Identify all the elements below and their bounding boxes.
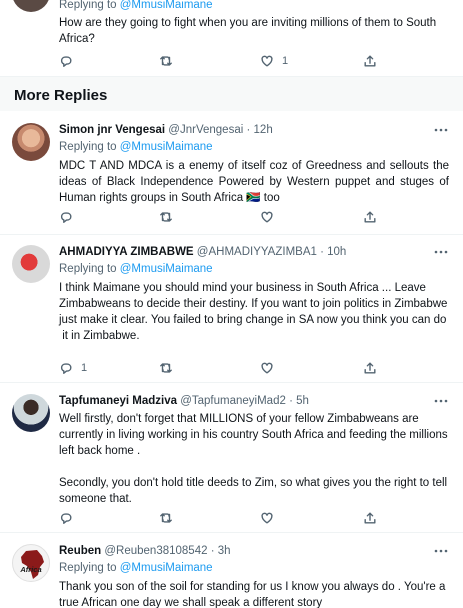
reply-tweet[interactable]: Tapfumaneyi Madziva @TapfumaneyiMad2 · 5… [0,383,463,533]
tweet-text: How are they going to fight when you are… [59,17,437,45]
separator-dot: · [320,246,324,258]
retweet-button[interactable] [159,510,173,526]
reply-icon [60,513,72,524]
like-button[interactable] [260,510,274,526]
like-icon [261,211,273,223]
tweet-header: Simon jnr Vengesai @JnrVengesai · 12h [59,122,449,138]
retweet-button[interactable] [159,360,173,376]
like-icon [261,55,273,67]
author-handle[interactable]: @JnrVengesai [168,124,243,136]
share-button[interactable] [363,209,377,225]
top-tweet[interactable]: Replying to @MmusiMaimane How are they g… [0,0,463,77]
tweet-text: I think Maimane you should mind your bus… [59,280,449,344]
more-icon[interactable] [433,545,449,557]
mention-link[interactable]: @MmusiMaimane [120,263,213,275]
author-handle[interactable]: @Reuben38108542 [104,545,207,557]
tweet-text-line [59,459,449,475]
like-button[interactable]: 1 [260,53,288,69]
author-handle[interactable]: @TapfumaneyiMad2 [180,395,286,407]
avatar[interactable] [12,0,50,12]
mention-link[interactable]: @MmusiMaimane [120,141,213,153]
reply-button[interactable] [59,209,73,225]
reply-count: 1 [81,362,88,374]
share-button[interactable] [363,360,377,376]
timestamp[interactable]: 5h [296,395,309,407]
timestamp[interactable]: 3h [218,545,231,557]
like-count: 1 [282,55,289,67]
tweet-header: AHMADIYYA ZIMBABWE @AHMADIYYAZIMBA1 · 10… [59,244,449,260]
author-name[interactable]: Simon jnr Vengesai [59,124,165,136]
tweet-text-line: Well firstly, don't forget that MILLIONS… [59,413,448,457]
share-icon [364,55,376,67]
avatar[interactable]: Africa [12,544,50,582]
mention-link[interactable]: @MmusiMaimane [120,562,213,574]
more-icon[interactable] [433,124,449,136]
reply-button[interactable]: 1 [59,360,87,376]
replying-to: Replying to @MmusiMaimane [59,263,213,275]
retweet-button[interactable] [159,209,173,225]
share-icon [364,512,376,524]
separator-dot: · [289,395,293,407]
more-icon[interactable] [433,246,449,258]
retweet-icon [160,56,172,66]
replying-to: Replying to @MmusiMaimane [59,562,213,574]
reply-tweet[interactable]: Africa Reuben @Reuben38108542 · 3h Reply… [0,533,463,608]
replying-to: Replying to @MmusiMaimane [59,141,213,153]
author-name[interactable]: Tapfumaneyi Madziva [59,395,177,407]
separator-dot: · [210,545,215,557]
more-icon[interactable] [433,395,449,407]
avatar-text: Africa [20,565,42,574]
reply-button[interactable] [59,53,73,69]
separator-dot: · [246,124,251,136]
more-replies-section: More Replies [0,77,463,111]
avatar[interactable] [12,123,50,161]
like-icon [261,512,273,524]
share-button[interactable] [363,53,377,69]
reply-tweet[interactable]: Simon jnr Vengesai @JnrVengesai · 12h Re… [0,111,463,235]
africa-map-icon [21,550,44,579]
timestamp[interactable]: 10h [327,246,346,258]
reply-icon [60,212,72,223]
share-icon [364,362,376,374]
reply-tweet[interactable]: AHMADIYYA ZIMBABWE @AHMADIYYAZIMBA1 · 10… [0,235,463,383]
avatar[interactable] [12,394,50,432]
avatar[interactable] [12,245,50,283]
retweet-icon [160,513,172,523]
author-name[interactable]: Reuben [59,545,101,557]
timestamp[interactable]: 12h [254,124,273,136]
tweet-text-line: Secondly, you don't hold title deeds to … [59,477,448,505]
tweet-header: Tapfumaneyi Madziva @TapfumaneyiMad2 · 5… [59,393,449,409]
like-button[interactable] [260,209,274,225]
retweet-icon [160,363,172,373]
author-handle[interactable]: @AHMADIYYAZIMBA1 [197,246,317,258]
tweet-text: MDC T AND MDCA is a enemy of itself coz … [59,160,449,204]
mention-link[interactable]: @MmusiMaimane [120,0,213,11]
tweet-text-line: I think Maimane you should mind your bus… [59,282,448,326]
author-name[interactable]: AHMADIYYA ZIMBABWE [59,246,194,258]
retweet-button[interactable] [159,53,173,69]
section-title: More Replies [14,87,108,104]
like-button[interactable] [260,360,274,376]
share-icon [364,211,376,223]
tweet-text: Thank you son of the soil for standing f… [59,581,446,608]
replying-to: Replying to @MmusiMaimane [59,0,213,11]
reply-icon [60,363,72,374]
share-button[interactable] [363,510,377,526]
reply-icon [60,56,72,67]
tweet-text: Well firstly, don't forget that MILLIONS… [59,411,449,507]
reply-button[interactable] [59,510,73,526]
retweet-icon [160,212,172,222]
like-icon [261,362,273,374]
tweet-text-line: it in Zimbabwe. [59,330,140,342]
tweet-header: Reuben @Reuben38108542 · 3h [59,543,449,559]
